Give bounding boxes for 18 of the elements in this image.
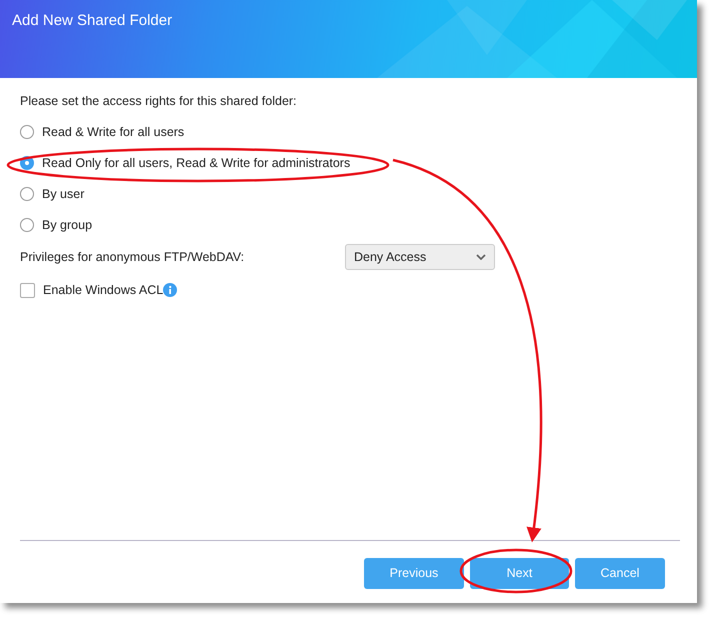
checkbox-label: Enable Windows ACL — [43, 283, 164, 297]
info-icon[interactable] — [163, 283, 178, 297]
chevron-down-icon — [476, 254, 486, 260]
checkbox[interactable] — [20, 282, 35, 298]
radio-button[interactable] — [20, 124, 34, 138]
window-title: Add New Shared Folder — [12, 12, 172, 29]
cancel-button[interactable]: Cancel — [575, 558, 665, 588]
radio-button[interactable] — [20, 218, 34, 232]
radio-button[interactable] — [20, 186, 34, 200]
option-label: By user — [42, 186, 84, 200]
option-label: By group — [42, 218, 92, 232]
next-button[interactable]: Next — [470, 558, 569, 588]
field-label: Privileges for anonymous FTP/WebDAV: — [20, 250, 246, 264]
previous-button[interactable]: Previous — [364, 558, 464, 588]
option-label: Read & Write for all users — [42, 124, 184, 138]
option-label: Read Only for all users, Read & Write for administrators — [42, 156, 350, 170]
instruction-text: Please set the access rights for this shared folder: — [20, 94, 298, 108]
privileges-dropdown[interactable]: Deny Access — [345, 244, 495, 270]
